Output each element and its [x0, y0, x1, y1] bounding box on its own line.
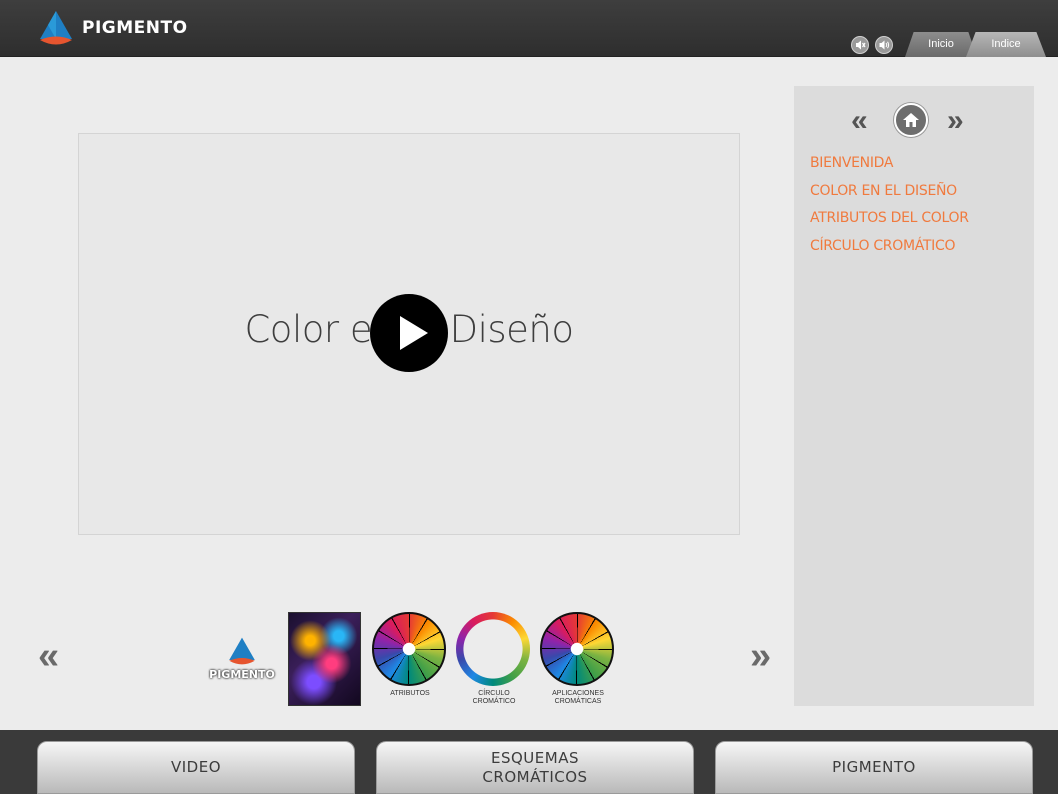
thumb-aplicaciones-caption: APLICACIONES CROMÁTICAS [552, 690, 604, 705]
thumb-atributos[interactable]: ATRIBUTOS [372, 612, 448, 697]
video-player[interactable]: Color en el Diseño [78, 133, 740, 535]
panel-next-button[interactable]: » [947, 106, 964, 136]
panel-nav: « » [794, 103, 1034, 139]
app-window: PIGMENTO Inicio Indice Color en el Diseñ… [0, 0, 1058, 794]
bottom-bar: VIDEO ESQUEMAS CROMÁTICOS PIGMENTO [0, 730, 1058, 794]
esquemas-button-label: ESQUEMAS CROMÁTICOS [482, 748, 588, 786]
tab-inicio[interactable]: Inicio [905, 32, 977, 57]
color-wheel-icon [372, 612, 446, 686]
video-button[interactable]: VIDEO [37, 741, 355, 794]
header-bar: PIGMENTO Inicio Indice [0, 0, 1058, 57]
tab-indice-label: Indice [991, 38, 1021, 50]
thumb-pigmento-caption: PIGMENTO [209, 668, 275, 681]
thumb-circulo-cromatico[interactable]: CÍRCULO CROMÁTICO [456, 612, 532, 705]
carousel-next-button[interactable]: » [750, 636, 771, 676]
menu-item-color-en-el-diseno[interactable]: COLOR EN EL DISEÑO [810, 178, 969, 206]
thumb-circulo-caption: CÍRCULO CROMÁTICO [472, 690, 516, 705]
pigmento-logo-icon [40, 11, 72, 45]
tab-inicio-label: Inicio [928, 38, 954, 50]
menu-item-bienvenida[interactable]: BIENVENIDA [810, 150, 969, 178]
tab-indice[interactable]: Indice [966, 32, 1046, 57]
play-icon[interactable] [370, 294, 448, 372]
esquemas-cromaticos-button[interactable]: ESQUEMAS CROMÁTICOS [376, 741, 694, 794]
thumb-pigmento-logo[interactable]: PIGMENTO [203, 632, 281, 706]
speaker-mute-icon[interactable] [851, 36, 869, 54]
speaker-on-glyph [879, 40, 890, 50]
brand-name: PIGMENTO [82, 18, 188, 38]
color-wheel-icon [540, 612, 614, 686]
index-menu: BIENVENIDA COLOR EN EL DISEÑO ATRIBUTOS … [810, 150, 969, 260]
home-icon[interactable] [894, 103, 928, 137]
speaker-on-icon[interactable] [875, 36, 893, 54]
thumb-poster[interactable] [288, 612, 361, 706]
speaker-mute-glyph [856, 40, 866, 50]
home-glyph [903, 113, 919, 127]
thumb-aplicaciones-cromaticas[interactable]: APLICACIONES CROMÁTICAS [540, 612, 616, 705]
index-panel: « » BIENVENIDA COLOR EN EL DISEÑO ATRIBU… [794, 86, 1034, 706]
pigmento-button-label: PIGMENTO [832, 758, 916, 776]
thumb-atributos-caption: ATRIBUTOS [390, 690, 430, 697]
poster-image [288, 612, 361, 706]
menu-item-circulo-cromatico[interactable]: CÍRCULO CROMÁTICO [810, 233, 969, 261]
color-ring-icon [456, 612, 530, 686]
menu-item-atributos-del-color[interactable]: ATRIBUTOS DEL COLOR [810, 205, 969, 233]
pigmento-mini-logo-icon [229, 637, 255, 665]
pigmento-button[interactable]: PIGMENTO [715, 741, 1033, 794]
video-button-label: VIDEO [170, 758, 222, 776]
carousel-prev-button[interactable]: « [38, 636, 59, 676]
panel-prev-button[interactable]: « [851, 106, 868, 136]
